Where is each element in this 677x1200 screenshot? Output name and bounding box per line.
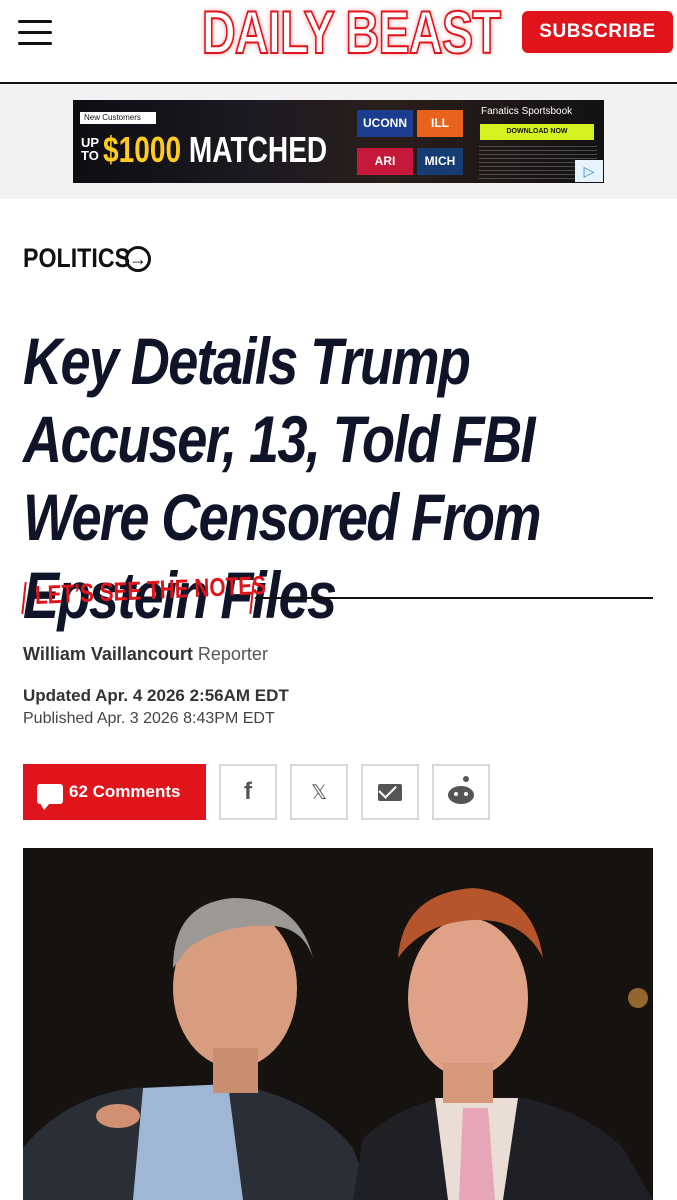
ad-download-button[interactable]: DOWNLOAD NOW (480, 124, 594, 140)
comments-label: 62 Comments (69, 782, 181, 801)
ad-offer: $1000 MATCHED (103, 128, 327, 172)
rubric-mark (21, 581, 27, 615)
ad-matched: MATCHED (188, 129, 328, 170)
mail-icon (378, 783, 402, 801)
ad-team: ILL (417, 110, 463, 137)
x-share-button[interactable]: 𝕏 (290, 764, 348, 820)
rubric: LET’S SEE THE NOTES (21, 570, 653, 618)
ad-team: UCONN (357, 110, 413, 137)
ad-team: MICH (417, 148, 463, 175)
author-role: Reporter (197, 644, 268, 664)
ad-brand: Fanatics Sportsbook (481, 106, 573, 117)
ad-amount: $1000 (103, 129, 182, 170)
section-label: POLITICS (23, 243, 131, 273)
reddit-icon (448, 776, 474, 804)
email-share-button[interactable] (361, 764, 419, 820)
photo-illustration (23, 848, 653, 1200)
facebook-icon: f (244, 778, 252, 805)
rubric-rule (255, 597, 653, 599)
byline: William Vaillancourt Reporter (23, 644, 268, 665)
ad-new-customers: New Customers (80, 112, 156, 124)
comment-bubble-icon (37, 784, 63, 810)
ad-team: ARI (357, 148, 413, 175)
published-date: Published Apr. 3 2026 8:43PM EDT (23, 710, 275, 727)
site-logo[interactable]: DAILY BEAST (201, 0, 502, 70)
ad-up-to: UP TO (81, 135, 99, 163)
menu-icon[interactable] (18, 20, 52, 46)
facebook-share-button[interactable]: f (219, 764, 277, 820)
reddit-share-button[interactable] (432, 764, 490, 820)
ad-choices-icon[interactable]: ▷ (575, 160, 603, 182)
site-header: DAILY BEAST SUBSCRIBE (0, 0, 677, 84)
lead-photo (23, 848, 653, 1200)
comments-button[interactable]: 62 Comments (23, 764, 206, 820)
updated-date: Updated Apr. 4 2026 2:56AM EDT (23, 686, 289, 705)
x-icon: 𝕏 (310, 781, 328, 804)
sportsbook-ad[interactable]: New Customers UP TO $1000 MATCHED UCONN … (73, 100, 604, 183)
author-name[interactable]: William Vaillancourt (23, 644, 193, 664)
subscribe-button[interactable]: SUBSCRIBE (522, 11, 673, 53)
section-link[interactable]: POLITICS → (23, 243, 151, 274)
